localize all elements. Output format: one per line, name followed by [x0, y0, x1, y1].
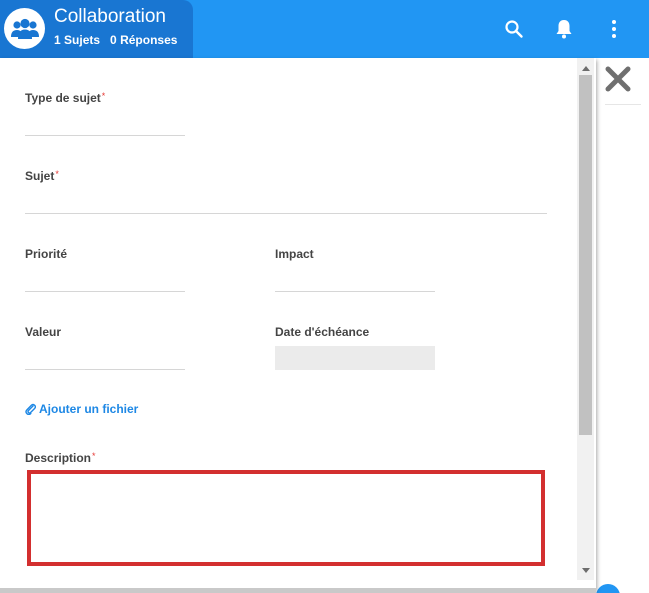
search-button[interactable]	[499, 14, 529, 44]
impact-underline	[275, 291, 435, 292]
priority-label: Priorité	[25, 247, 68, 261]
scroll-up-button[interactable]	[577, 62, 594, 74]
close-icon	[605, 66, 631, 92]
value-label: Valeur	[25, 325, 62, 339]
priority-input[interactable]	[25, 268, 185, 290]
app-header: Collaboration 1 Sujets 0 Réponses	[0, 0, 649, 58]
users-icon	[4, 8, 45, 49]
attach-file-link[interactable]: Ajouter un fichier	[25, 402, 138, 416]
priority-underline	[25, 291, 185, 292]
notifications-button[interactable]	[549, 14, 579, 44]
scroll-down-button[interactable]	[577, 564, 594, 576]
new-topic-dialog: Type de sujet* Sujet* Priorité Impact Va…	[0, 58, 596, 590]
required-mark: *	[55, 169, 59, 179]
replies-count: 0	[110, 33, 117, 47]
background-page	[598, 58, 649, 593]
description-highlight	[27, 470, 545, 566]
topics-count: 1	[54, 33, 61, 47]
impact-input[interactable]	[275, 268, 435, 290]
scroll-thumb[interactable]	[579, 75, 592, 435]
screen: Collaboration 1 Sujets 0 Réponses Type d…	[0, 0, 649, 593]
dialog-bottom-edge	[0, 588, 596, 593]
topic-type-underline	[25, 135, 185, 136]
subject-label: Sujet*	[25, 169, 59, 183]
subject-underline	[25, 213, 547, 214]
caret-up-icon	[581, 65, 590, 71]
search-icon	[505, 20, 523, 38]
divider	[605, 104, 641, 105]
topics-label: Sujets	[64, 33, 101, 47]
bell-icon	[556, 20, 572, 39]
paperclip-icon	[25, 403, 36, 415]
attach-file-label: Ajouter un fichier	[39, 402, 139, 416]
impact-label: Impact	[275, 247, 314, 261]
required-mark: *	[92, 451, 96, 461]
app-title: Collaboration	[54, 6, 166, 27]
more-options-button[interactable]	[599, 14, 629, 44]
topic-type-input[interactable]	[25, 112, 185, 134]
required-mark: *	[101, 91, 106, 101]
subject-input[interactable]	[25, 190, 547, 212]
value-input[interactable]	[25, 346, 185, 368]
close-button[interactable]	[603, 64, 633, 94]
description-textarea[interactable]	[31, 474, 541, 562]
topic-type-label: Type de sujet*	[25, 91, 106, 105]
app-stats: 1 Sujets 0 Réponses	[54, 33, 177, 47]
caret-down-icon	[581, 567, 590, 573]
dialog-scrollbar[interactable]	[577, 58, 594, 580]
due-date-input[interactable]	[275, 346, 435, 370]
more-vertical-icon	[612, 20, 616, 38]
app-title-block: Collaboration 1 Sujets 0 Réponses	[0, 0, 193, 58]
description-label: Description*	[25, 451, 96, 465]
due-date-label: Date d'échéance	[275, 325, 370, 339]
value-underline	[25, 369, 185, 370]
replies-label: Réponses	[120, 33, 178, 47]
